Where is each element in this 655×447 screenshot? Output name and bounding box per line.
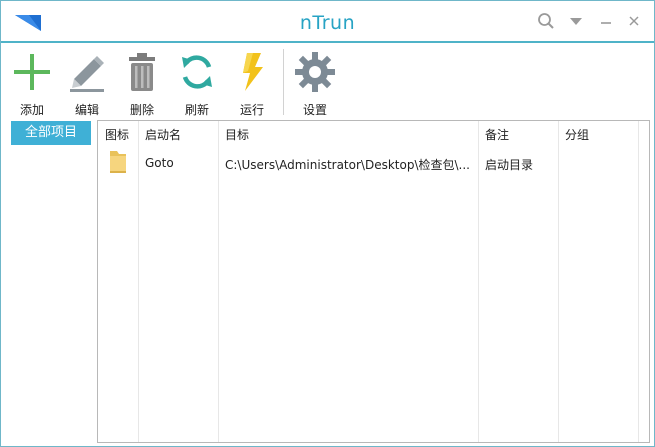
edit-button[interactable]: 编辑 <box>60 51 114 117</box>
row-name: Goto <box>145 156 174 170</box>
folder-icon <box>110 151 126 173</box>
row-target: C:\Users\Administrator\Desktop\检查包\... <box>225 158 470 172</box>
search-icon <box>538 13 554 29</box>
close-icon <box>629 16 639 26</box>
pencil-icon <box>70 56 104 92</box>
column-header-name[interactable]: 启动名 <box>145 126 181 143</box>
trash-icon <box>129 53 155 91</box>
add-label: 添加 <box>19 103 44 117</box>
add-button[interactable]: 添加 <box>5 51 59 117</box>
delete-button[interactable]: 删除 <box>115 51 169 117</box>
toolbar: 添加 编辑 删除 刷新 运行 设置 <box>1 45 654 119</box>
edit-label: 编辑 <box>74 103 99 117</box>
item-list: 图标 启动名 目标 备注 分组 Goto C:\Users\Administra… <box>97 120 650 443</box>
settings-button[interactable]: 设置 <box>288 51 342 117</box>
chevron-down-icon <box>570 18 582 25</box>
refresh-label: 刷新 <box>184 103 209 117</box>
column-header-target[interactable]: 目标 <box>225 126 249 143</box>
group-sidebar: 全部项目 <box>5 119 93 441</box>
minimize-icon <box>601 22 611 24</box>
lightning-icon <box>243 53 263 91</box>
gear-icon <box>295 52 335 92</box>
settings-label: 设置 <box>302 103 327 117</box>
run-label: 运行 <box>239 103 264 117</box>
refresh-icon <box>182 55 212 89</box>
column-header-note[interactable]: 备注 <box>485 126 509 143</box>
run-button[interactable]: 运行 <box>225 51 279 117</box>
close-button[interactable] <box>623 10 645 32</box>
dropdown-button[interactable] <box>565 10 587 32</box>
toolbar-divider <box>283 49 284 115</box>
minimize-button[interactable] <box>595 10 617 32</box>
column-header-icon[interactable]: 图标 <box>105 126 129 143</box>
refresh-button[interactable]: 刷新 <box>170 51 224 117</box>
column-header-group[interactable]: 分组 <box>565 126 589 143</box>
plus-icon <box>14 54 50 90</box>
title-bar: nTrun <box>1 1 654 43</box>
app-window: nTrun 添加 编辑 删除 刷新 运行 设置 全部项目 图标 启动名 目标 备… <box>0 0 655 447</box>
delete-label: 删除 <box>129 103 154 117</box>
sidebar-item-all[interactable]: 全部项目 <box>11 121 91 145</box>
row-note: 启动目录 <box>485 158 534 172</box>
search-button[interactable] <box>535 10 557 32</box>
